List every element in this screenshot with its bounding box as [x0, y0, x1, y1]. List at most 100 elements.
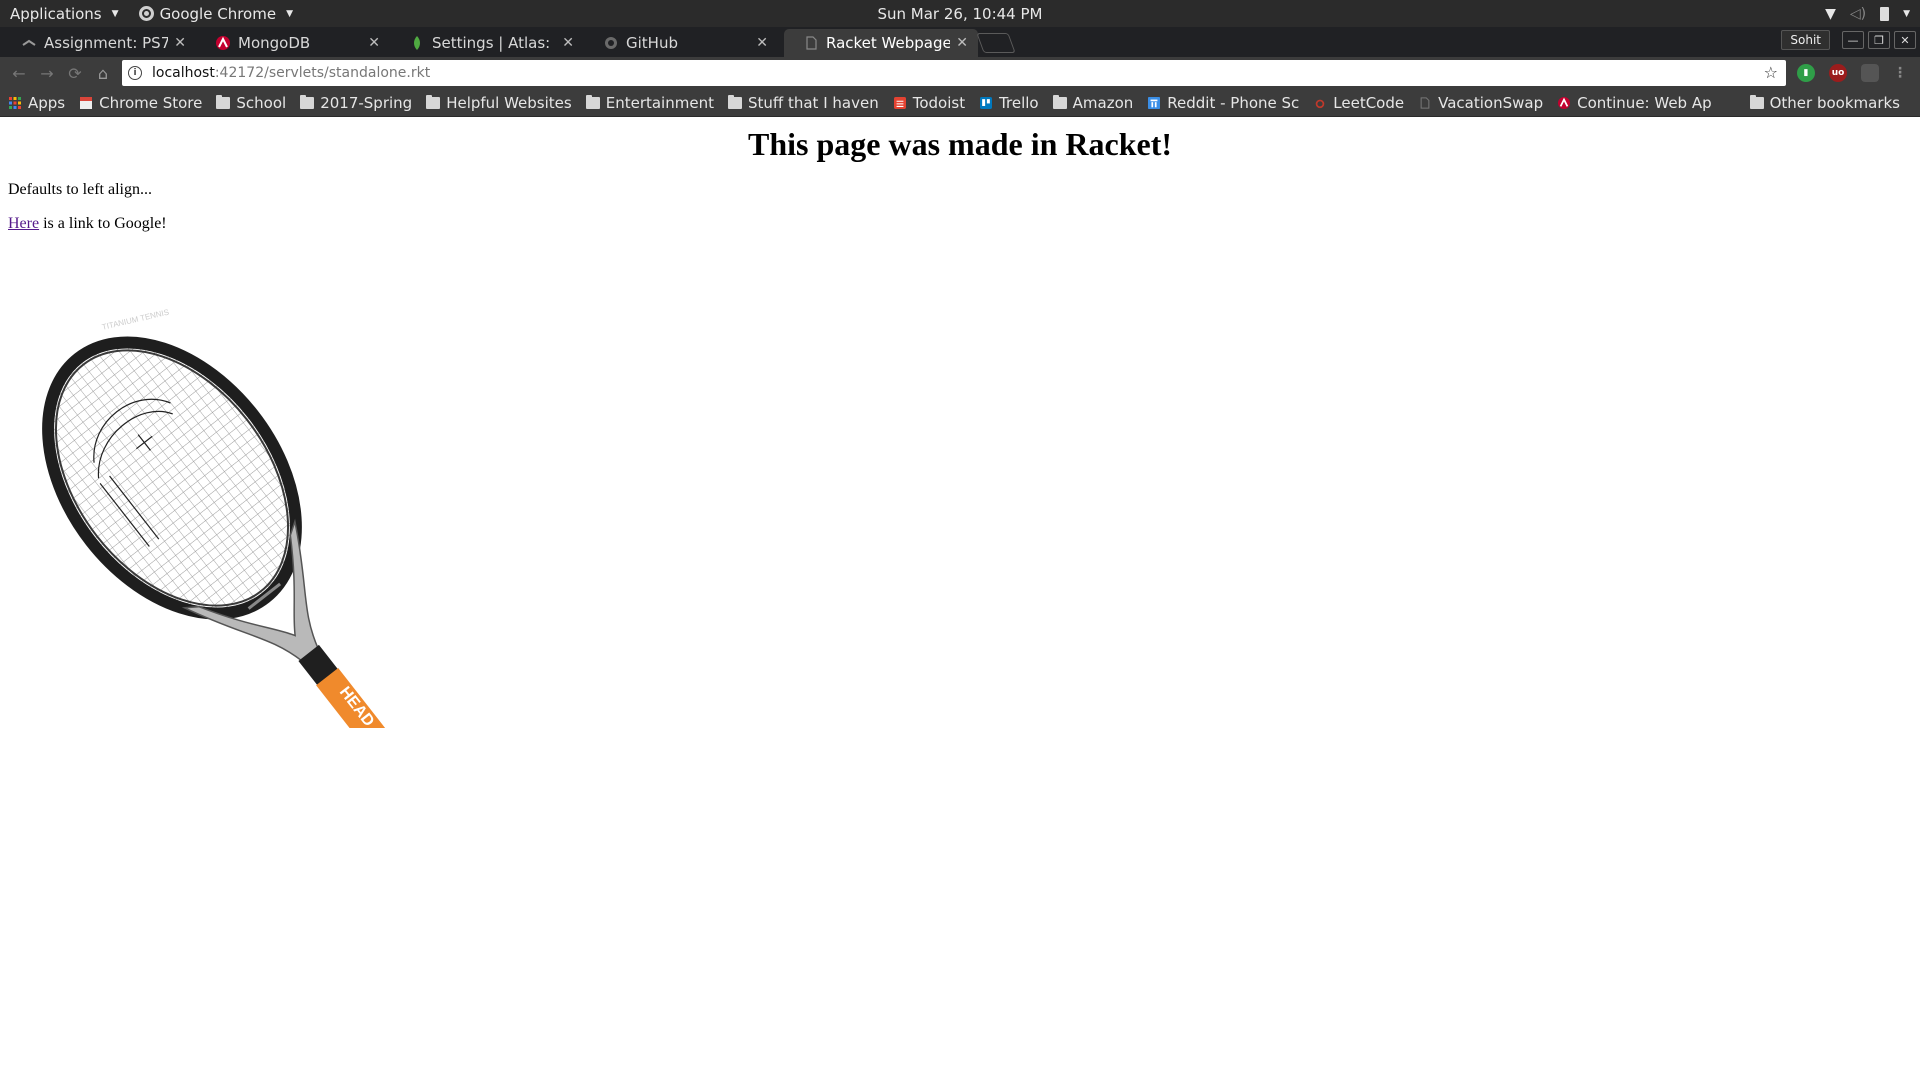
- bookmark-label: VacationSwap: [1438, 93, 1544, 112]
- new-tab-button[interactable]: [976, 33, 1016, 53]
- extension-gray-icon[interactable]: [1861, 64, 1879, 82]
- app-name-label: Google Chrome: [159, 4, 277, 23]
- google-link[interactable]: Here: [8, 215, 39, 232]
- bookmark-label: Other bookmarks: [1769, 93, 1900, 112]
- store-icon: [80, 96, 93, 109]
- bookmark-folder-amazon[interactable]: Amazon: [1045, 89, 1140, 117]
- forward-arrow-icon[interactable]: →: [34, 60, 60, 86]
- restore-icon[interactable]: ❐: [1868, 31, 1890, 49]
- tab-title: Settings | Atlas: Mo: [432, 34, 556, 52]
- bookmark-label: Todoist: [912, 93, 966, 112]
- tab-strip: Assignment: PS7a le ✕ MongoDB ✕ Settings…: [0, 27, 1920, 57]
- clock[interactable]: Sun Mar 26, 10:44 PM: [878, 5, 1043, 23]
- document-icon: [1420, 96, 1430, 109]
- bookmark-label: Stuff that I haven: [747, 93, 879, 112]
- bookmark-folder-entertainment[interactable]: Entertainment: [578, 89, 720, 117]
- address-bar[interactable]: i localhost:42172/servlets/standalone.rk…: [122, 60, 1786, 86]
- mongodb-icon: [216, 36, 230, 50]
- frame-text: TITANIUM TENNIS: [101, 308, 170, 332]
- url-host: localhost: [152, 65, 215, 81]
- folder-icon: [1749, 94, 1764, 109]
- bookmark-label: Trello: [999, 93, 1039, 112]
- tennis-racket-image: TITANIUM TENNIS HEAD: [6, 294, 406, 728]
- bookmark-label: Chrome Store: [99, 93, 203, 112]
- bookmark-todoist[interactable]: Todoist: [885, 89, 971, 117]
- close-icon[interactable]: ✕: [756, 35, 768, 51]
- home-icon[interactable]: ⌂: [90, 60, 116, 86]
- bookmark-folder-stuff[interactable]: Stuff that I haven: [720, 89, 885, 117]
- web-page-content: This page was made in Racket! Defaults t…: [0, 118, 1920, 1080]
- folder-icon: [300, 94, 315, 109]
- ublock-icon[interactable]: uo: [1829, 64, 1847, 82]
- system-top-bar: Applications ▼ Google Chrome ▼ Sun Mar 2…: [0, 0, 1920, 27]
- chrome-menu-icon[interactable]: ⋮: [1891, 64, 1909, 82]
- tab-racket-webpage[interactable]: Racket Webpage ✕: [784, 29, 978, 57]
- leetcode-icon: [1315, 99, 1325, 108]
- bookmark-folder-school[interactable]: School: [208, 89, 292, 117]
- close-icon[interactable]: ✕: [562, 35, 574, 51]
- tab-github[interactable]: GitHub ✕: [584, 29, 778, 57]
- todoist-icon: [893, 96, 906, 109]
- tab-title: Racket Webpage: [826, 34, 951, 52]
- window-controls: Sohit — ❐ ✕: [1781, 30, 1916, 50]
- bookmark-label: Continue: Web Ap: [1577, 93, 1712, 112]
- bookmark-vacationswap[interactable]: VacationSwap: [1410, 89, 1549, 117]
- folder-icon: [1052, 94, 1067, 109]
- close-icon[interactable]: ✕: [174, 35, 186, 51]
- apps-grid-icon: [9, 96, 21, 109]
- info-icon[interactable]: i: [128, 66, 142, 80]
- tab-title: MongoDB: [238, 34, 311, 52]
- close-icon[interactable]: ✕: [368, 35, 380, 51]
- bookmark-label: School: [236, 93, 287, 112]
- close-icon[interactable]: ✕: [956, 35, 968, 51]
- tab-settings-atlas[interactable]: Settings | Atlas: Mo ✕: [390, 29, 584, 57]
- left-align-text: Defaults to left align...: [8, 181, 152, 198]
- browser-toolbar: ← → ⟳ ⌂ i localhost:42172/servlets/stand…: [0, 57, 1920, 89]
- folder-icon: [727, 94, 742, 109]
- bookmark-label: LeetCode: [1333, 93, 1405, 112]
- bookmark-leetcode[interactable]: LeetCode: [1305, 89, 1410, 117]
- folder-icon: [426, 94, 441, 109]
- bookmark-label: Reddit - Phone Sc: [1167, 93, 1300, 112]
- folder-icon: [216, 94, 231, 109]
- applications-label: Applications: [10, 4, 102, 23]
- chevron-down-icon[interactable]: ▼: [1903, 9, 1910, 19]
- bookmark-folder-helpful-websites[interactable]: Helpful Websites: [418, 89, 578, 117]
- tab-title: GitHub: [626, 34, 678, 52]
- bookmark-star-icon[interactable]: ☆: [1764, 63, 1778, 82]
- bookmark-label: Apps: [28, 93, 66, 112]
- tab-title: Assignment: PS7a le: [44, 34, 169, 52]
- link-paragraph: Here is a link to Google!: [8, 215, 1920, 233]
- assignment-icon: [22, 36, 36, 50]
- minimize-icon[interactable]: —: [1842, 31, 1864, 49]
- extension-green-icon[interactable]: ▮: [1797, 64, 1815, 82]
- bookmark-chrome-store[interactable]: Chrome Store: [71, 89, 208, 117]
- system-tray[interactable]: ▼ ◁) ▼: [1825, 0, 1910, 27]
- tab-mongodb[interactable]: MongoDB ✕: [196, 29, 390, 57]
- bookmark-folder-2017-spring[interactable]: 2017-Spring: [292, 89, 418, 117]
- url-path: :42172/servlets/standalone.rkt: [214, 65, 431, 81]
- folder-icon: [585, 94, 600, 109]
- tab-assignment[interactable]: Assignment: PS7a le ✕: [2, 29, 196, 57]
- bookmark-apps[interactable]: Apps: [0, 89, 71, 117]
- battery-icon[interactable]: [1880, 6, 1890, 21]
- chrome-logo-icon: [138, 6, 154, 21]
- applications-menu[interactable]: Applications ▼: [0, 0, 129, 27]
- reload-icon[interactable]: ⟳: [62, 60, 88, 86]
- reddit-icon: [1148, 96, 1161, 109]
- volume-icon[interactable]: ◁): [1850, 6, 1866, 22]
- back-arrow-icon[interactable]: ←: [6, 60, 32, 86]
- bookmark-other-bookmarks[interactable]: Other bookmarks: [1742, 89, 1906, 117]
- bookmark-label: Entertainment: [605, 93, 714, 112]
- bookmark-reddit[interactable]: Reddit - Phone Sc: [1139, 89, 1305, 117]
- app-menu-google-chrome[interactable]: Google Chrome ▼: [129, 0, 303, 27]
- document-icon: [804, 36, 818, 50]
- profile-button[interactable]: Sohit: [1781, 30, 1830, 50]
- bookmark-trello[interactable]: Trello: [971, 89, 1045, 117]
- leaf-icon: [410, 36, 424, 50]
- angular-icon: [1558, 96, 1571, 109]
- bookmark-continue-web-app[interactable]: Continue: Web Ap: [1549, 89, 1718, 117]
- close-window-icon[interactable]: ✕: [1894, 31, 1916, 49]
- wifi-icon[interactable]: ▼: [1825, 6, 1836, 22]
- bookmarks-bar: Apps Chrome Store School 2017-Spring Hel…: [0, 89, 1920, 117]
